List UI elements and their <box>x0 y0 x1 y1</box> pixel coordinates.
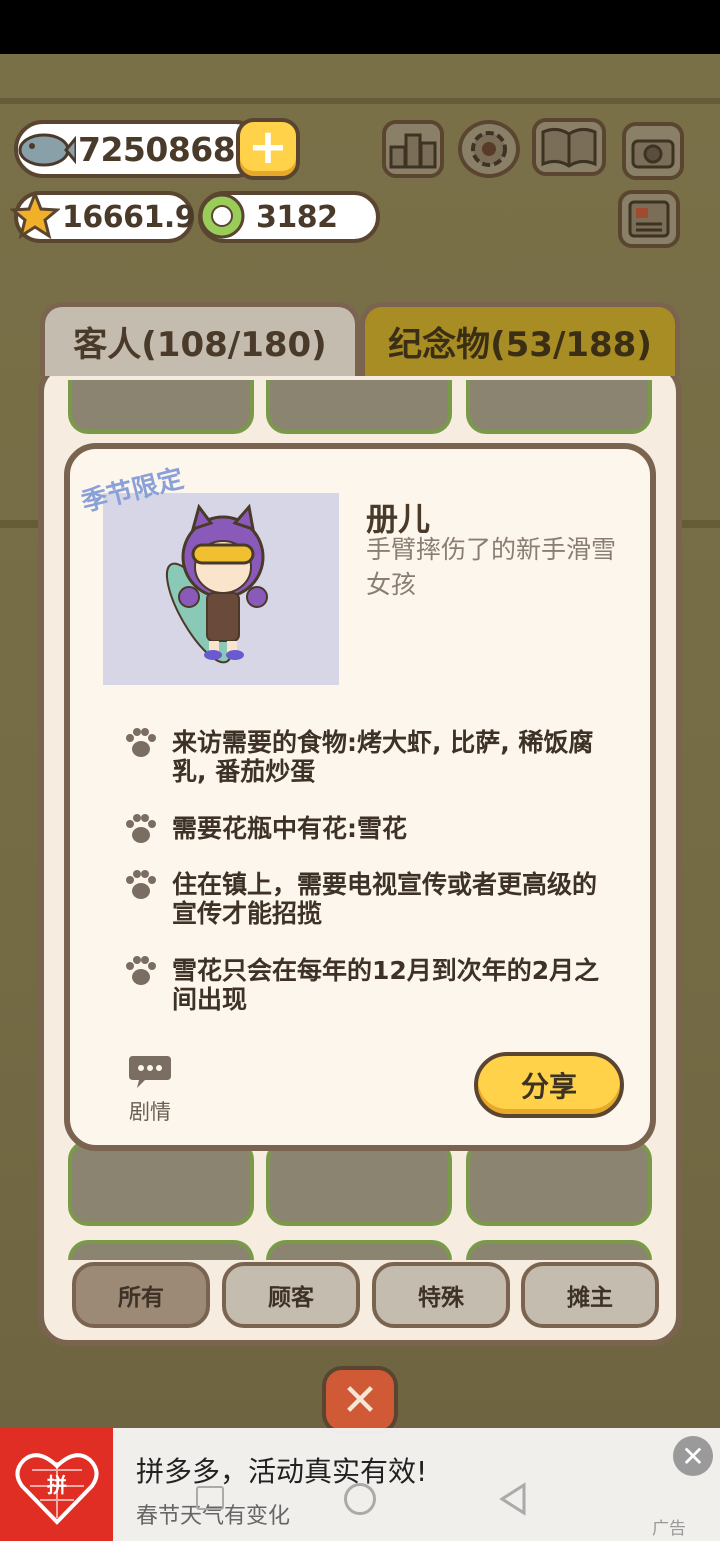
status-bar <box>0 0 720 54</box>
guest-card[interactable] <box>68 380 254 434</box>
home-icon[interactable] <box>344 1483 376 1515</box>
filter-vendor-button[interactable]: 摊主 <box>521 1262 659 1328</box>
clover-amount: 3182 <box>256 199 338 235</box>
fish-icon <box>12 122 76 178</box>
close-button[interactable]: ✕ <box>322 1366 398 1434</box>
speech-bubble-icon <box>129 1056 171 1088</box>
ad-title[interactable]: 拼多多，活动真实有效! <box>136 1450 427 1490</box>
svg-text:拼: 拼 <box>47 1473 67 1497</box>
camera-icon[interactable] <box>622 122 684 180</box>
recent-apps-icon[interactable] <box>196 1486 224 1510</box>
newspaper-icon[interactable] <box>618 190 680 248</box>
guest-portrait <box>103 493 339 685</box>
filter-special-button[interactable]: 特殊 <box>372 1262 510 1328</box>
paw-icon <box>124 956 172 1014</box>
guest-card[interactable] <box>266 380 452 434</box>
paw-icon <box>124 728 172 786</box>
story-label: 剧情 <box>129 1100 171 1124</box>
guest-card[interactable] <box>266 1140 452 1226</box>
close-icon: ✕ <box>341 1374 379 1426</box>
filter-all-button[interactable]: 所有 <box>72 1262 210 1328</box>
fish-amount: 7250868 <box>78 129 236 169</box>
plus-icon: + <box>247 119 289 175</box>
paw-icon <box>124 870 172 928</box>
star-amount: 16661.9 <box>62 199 196 235</box>
requirement-item: 雪花只会在每年的12月到次年的2月之间出现 <box>124 956 604 1014</box>
requirement-text: 雪花只会在每年的12月到次年的2月之间出现 <box>172 956 600 1014</box>
requirement-text: 需要花瓶中有花:雪花 <box>172 814 407 843</box>
paw-icon <box>124 814 172 848</box>
requirement-text: 住在镇上，需要电视宣传或者更高级的宣传才能招揽 <box>172 870 598 928</box>
add-currency-button[interactable]: + <box>236 118 300 180</box>
guest-card[interactable] <box>466 1240 652 1260</box>
ad-logo[interactable]: 拼 <box>0 1428 113 1541</box>
back-icon[interactable] <box>498 1482 528 1523</box>
guest-card[interactable] <box>466 380 652 434</box>
requirement-text: 来访需要的食物:烤大虾, 比萨, 稀饭腐乳, 番茄炒蛋 <box>172 728 594 786</box>
book-icon[interactable] <box>532 118 606 176</box>
requirement-item: 住在镇上，需要电视宣传或者更高级的宣传才能招揽 <box>124 870 604 928</box>
tab-guests[interactable]: 客人(108/180) <box>40 302 360 376</box>
story-button[interactable]: 剧情 <box>122 1054 178 1126</box>
star-icon <box>10 190 60 242</box>
guest-description: 手臂摔伤了的新手滑雪女孩 <box>366 535 617 599</box>
requirement-item: 需要花瓶中有花:雪花 <box>124 814 604 848</box>
filter-customer-button[interactable]: 顾客 <box>222 1262 360 1328</box>
ranking-icon[interactable] <box>382 120 444 178</box>
settings-gear-icon[interactable] <box>458 120 520 178</box>
guest-card[interactable] <box>68 1240 254 1260</box>
guest-character-image <box>165 503 268 664</box>
clover-coin-icon <box>196 190 248 242</box>
pinduoduo-logo-icon: 拼 <box>15 1452 98 1525</box>
ad-close-icon[interactable]: ✕ <box>673 1436 713 1476</box>
share-button[interactable]: 分享 <box>474 1052 624 1118</box>
background-beam <box>0 98 720 104</box>
guest-card[interactable] <box>466 1140 652 1226</box>
ad-label: 广告 <box>652 1519 686 1539</box>
tab-souvenirs[interactable]: 纪念物(53/188) <box>360 302 680 376</box>
requirement-item: 来访需要的食物:烤大虾, 比萨, 稀饭腐乳, 番茄炒蛋 <box>124 728 604 786</box>
guest-card[interactable] <box>68 1140 254 1226</box>
guest-card[interactable] <box>266 1240 452 1260</box>
